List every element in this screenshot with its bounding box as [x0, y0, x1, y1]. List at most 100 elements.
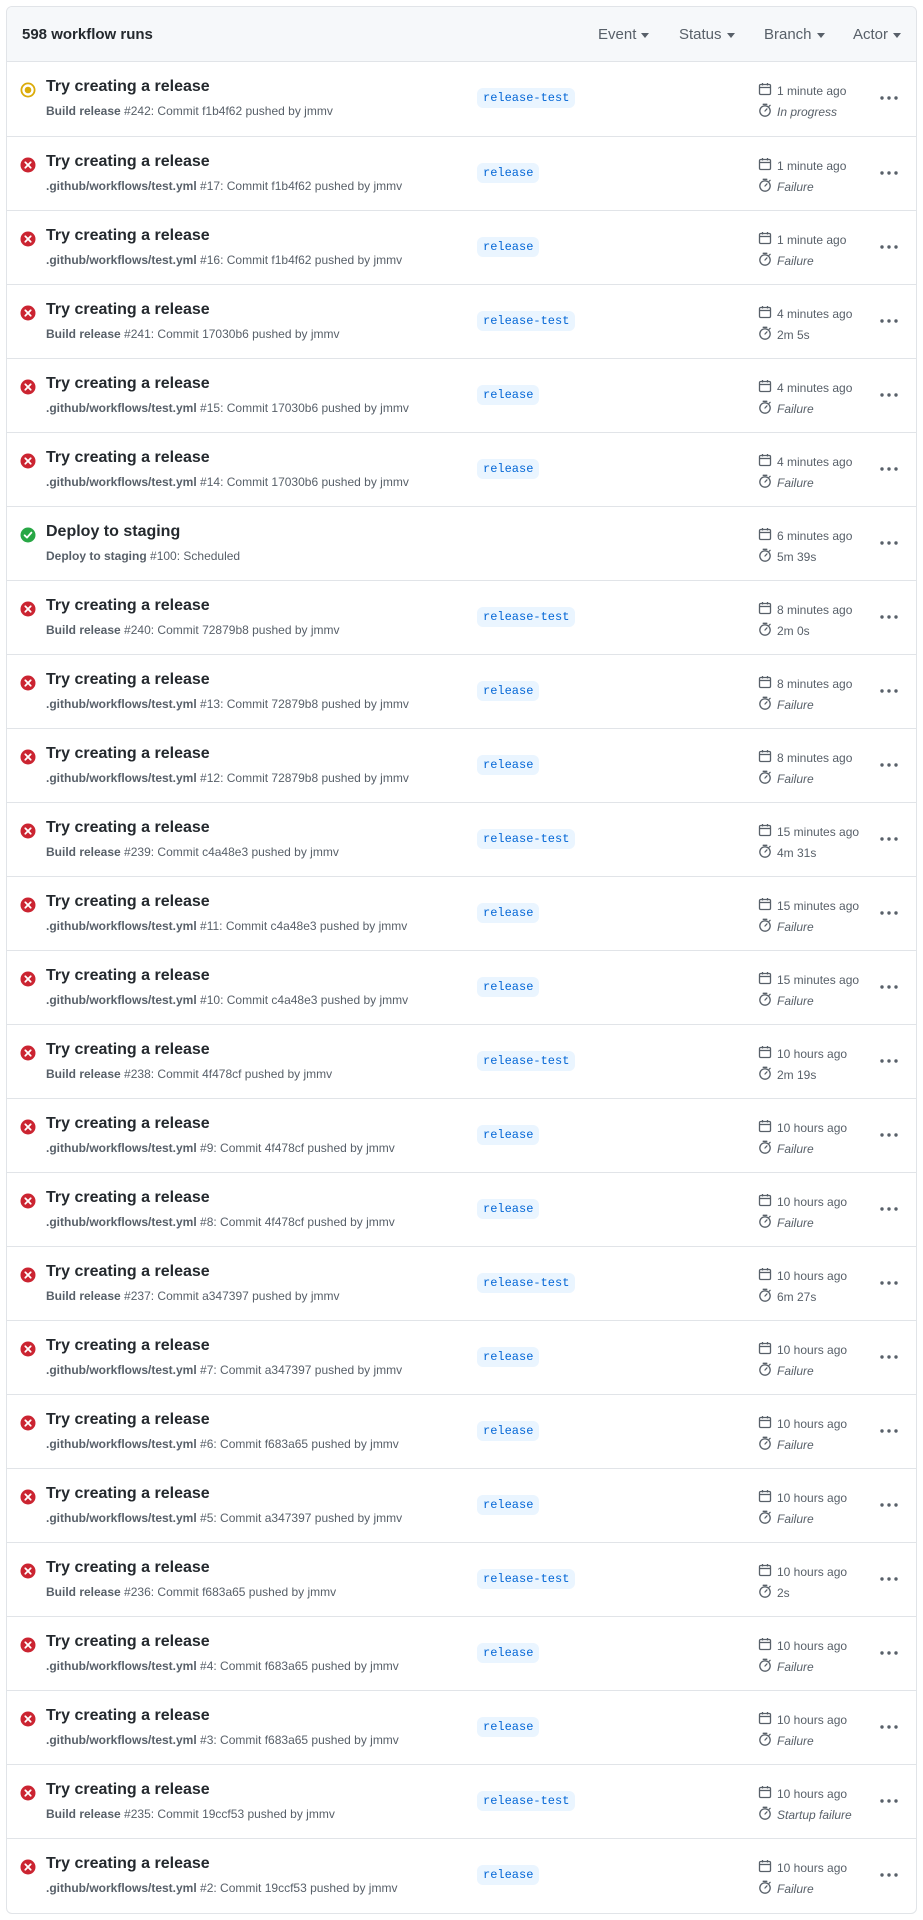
workflow-run-row[interactable]: Try creating a release Build release #240…	[7, 580, 916, 654]
run-title[interactable]: Try creating a release	[46, 1189, 210, 1207]
more-options-icon[interactable]	[878, 459, 900, 479]
run-title[interactable]: Try creating a release	[46, 819, 210, 837]
run-title[interactable]: Try creating a release	[46, 1633, 210, 1651]
workflow-run-row[interactable]: Deploy to staging Deploy to staging #100:…	[7, 506, 916, 580]
run-title[interactable]: Try creating a release	[46, 78, 210, 96]
workflow-run-row[interactable]: Try creating a release Build release #238…	[7, 1024, 916, 1098]
workflow-run-row[interactable]: Try creating a release .github/workflows/…	[7, 876, 916, 950]
run-title[interactable]: Try creating a release	[46, 153, 210, 171]
branch-label[interactable]: release-test	[477, 607, 576, 627]
more-options-icon[interactable]	[878, 1791, 900, 1811]
more-options-icon[interactable]	[878, 903, 900, 923]
workflow-run-row[interactable]: Try creating a release .github/workflows/…	[7, 432, 916, 506]
run-title[interactable]: Try creating a release	[46, 1115, 210, 1133]
run-title[interactable]: Try creating a release	[46, 301, 210, 319]
branch-label[interactable]: release-test	[477, 1569, 576, 1589]
run-title[interactable]: Try creating a release	[46, 1781, 210, 1799]
workflow-run-row[interactable]: Try creating a release Build release #236…	[7, 1542, 916, 1616]
branch-label[interactable]: release	[477, 903, 540, 923]
more-options-icon[interactable]	[878, 1495, 900, 1515]
more-options-icon[interactable]	[878, 1865, 900, 1885]
workflow-run-row[interactable]: Try creating a release Build release #242…	[7, 62, 916, 136]
branch-label[interactable]: release-test	[477, 1051, 576, 1071]
run-title[interactable]: Try creating a release	[46, 1559, 210, 1577]
event-filter[interactable]: Event	[598, 7, 650, 62]
workflow-run-row[interactable]: Try creating a release .github/workflows/…	[7, 1172, 916, 1246]
run-title[interactable]: Try creating a release	[46, 1337, 210, 1355]
run-title[interactable]: Try creating a release	[46, 745, 210, 763]
more-options-icon[interactable]	[878, 1125, 900, 1145]
run-title[interactable]: Try creating a release	[46, 1707, 210, 1725]
branch-label[interactable]: release	[477, 163, 540, 183]
branch-label[interactable]: release	[477, 681, 540, 701]
more-options-icon[interactable]	[878, 88, 900, 108]
more-options-icon[interactable]	[878, 1347, 900, 1367]
workflow-run-row[interactable]: Try creating a release .github/workflows/…	[7, 358, 916, 432]
run-title[interactable]: Try creating a release	[46, 227, 210, 245]
run-title[interactable]: Try creating a release	[46, 967, 210, 985]
workflow-run-row[interactable]: Try creating a release Build release #237…	[7, 1246, 916, 1320]
more-options-icon[interactable]	[878, 385, 900, 405]
branch-label[interactable]: release	[477, 1347, 540, 1367]
run-title[interactable]: Try creating a release	[46, 1263, 210, 1281]
branch-label[interactable]: release-test	[477, 1273, 576, 1293]
run-title[interactable]: Try creating a release	[46, 449, 210, 467]
branch-label[interactable]: release	[477, 1421, 540, 1441]
branch-label[interactable]: release	[477, 1495, 540, 1515]
workflow-run-row[interactable]: Try creating a release .github/workflows/…	[7, 1468, 916, 1542]
workflow-run-row[interactable]: Try creating a release .github/workflows/…	[7, 1690, 916, 1764]
workflow-run-row[interactable]: Try creating a release Build release #235…	[7, 1764, 916, 1838]
workflow-run-row[interactable]: Try creating a release .github/workflows/…	[7, 654, 916, 728]
workflow-run-row[interactable]: Try creating a release .github/workflows/…	[7, 1838, 916, 1912]
branch-label[interactable]: release	[477, 1125, 540, 1145]
run-title[interactable]: Try creating a release	[46, 893, 210, 911]
more-options-icon[interactable]	[878, 1421, 900, 1441]
workflow-run-row[interactable]: Try creating a release .github/workflows/…	[7, 136, 916, 210]
workflow-run-row[interactable]: Try creating a release .github/workflows/…	[7, 210, 916, 284]
branch-label[interactable]: release	[477, 1199, 540, 1219]
run-title[interactable]: Try creating a release	[46, 1041, 210, 1059]
more-options-icon[interactable]	[878, 1643, 900, 1663]
branch-label[interactable]: release-test	[477, 829, 576, 849]
run-title[interactable]: Deploy to staging	[46, 523, 180, 541]
more-options-icon[interactable]	[878, 1273, 900, 1293]
status-filter[interactable]: Status	[679, 7, 735, 62]
workflow-run-row[interactable]: Try creating a release .github/workflows/…	[7, 1616, 916, 1690]
workflow-run-row[interactable]: Try creating a release .github/workflows/…	[7, 1394, 916, 1468]
more-options-icon[interactable]	[878, 681, 900, 701]
run-title[interactable]: Try creating a release	[46, 1411, 210, 1429]
more-options-icon[interactable]	[878, 163, 900, 183]
more-options-icon[interactable]	[878, 607, 900, 627]
more-options-icon[interactable]	[878, 977, 900, 997]
actor-filter[interactable]: Actor	[853, 7, 902, 62]
branch-label[interactable]: release	[477, 755, 540, 775]
more-options-icon[interactable]	[878, 1051, 900, 1071]
workflow-run-row[interactable]: Try creating a release Build release #241…	[7, 284, 916, 358]
branch-label[interactable]: release	[477, 459, 540, 479]
more-options-icon[interactable]	[878, 237, 900, 257]
branch-label[interactable]: release	[477, 1865, 540, 1885]
branch-label[interactable]: release-test	[477, 311, 576, 331]
workflow-run-row[interactable]: Try creating a release Build release #239…	[7, 802, 916, 876]
run-title[interactable]: Try creating a release	[46, 671, 210, 689]
branch-filter[interactable]: Branch	[764, 7, 825, 62]
workflow-run-row[interactable]: Try creating a release .github/workflows/…	[7, 728, 916, 802]
branch-label[interactable]: release	[477, 1643, 540, 1663]
workflow-run-row[interactable]: Try creating a release .github/workflows/…	[7, 950, 916, 1024]
workflow-run-row[interactable]: Try creating a release .github/workflows/…	[7, 1320, 916, 1394]
workflow-run-row[interactable]: Try creating a release .github/workflows/…	[7, 1098, 916, 1172]
branch-label[interactable]: release-test	[477, 88, 576, 108]
run-title[interactable]: Try creating a release	[46, 1855, 210, 1873]
more-options-icon[interactable]	[878, 1569, 900, 1589]
branch-label[interactable]: release	[477, 237, 540, 257]
branch-label[interactable]: release	[477, 385, 540, 405]
more-options-icon[interactable]	[878, 1717, 900, 1737]
more-options-icon[interactable]	[878, 1199, 900, 1219]
branch-label[interactable]: release	[477, 1717, 540, 1737]
more-options-icon[interactable]	[878, 533, 900, 553]
run-title[interactable]: Try creating a release	[46, 597, 210, 615]
branch-label[interactable]: release	[477, 977, 540, 997]
run-title[interactable]: Try creating a release	[46, 1485, 210, 1503]
more-options-icon[interactable]	[878, 829, 900, 849]
run-title[interactable]: Try creating a release	[46, 375, 210, 393]
